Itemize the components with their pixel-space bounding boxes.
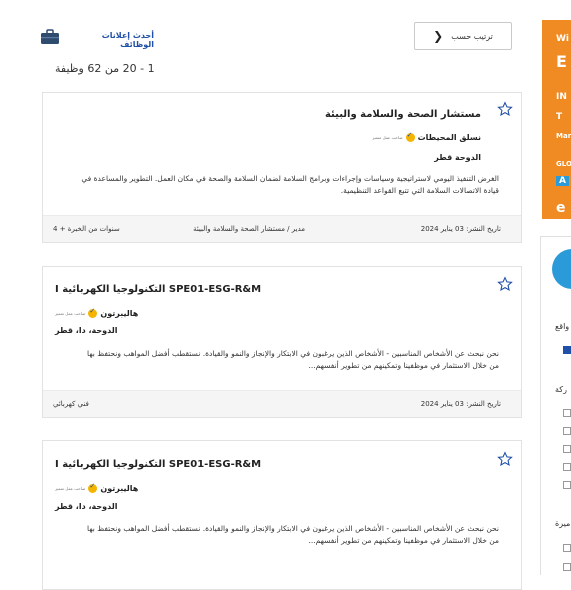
chevron-down-icon: ❯ xyxy=(433,29,444,43)
star-icon[interactable] xyxy=(497,101,513,117)
featured-employer-tag: صاحب عمل متميز xyxy=(372,135,403,140)
job-card[interactable]: I التكنولوجيا الكهربائية SPE01-ESG-R&M ه… xyxy=(42,440,522,590)
job-description-line: من خلال الاستثمار في موظفينا وتمكينهم من… xyxy=(308,536,499,545)
banner-text: Wi xyxy=(556,34,570,44)
featured-employer-tag: صاحب عمل متميز xyxy=(55,486,86,491)
filter-heading-company: ركة xyxy=(555,385,567,394)
posted-date: تاريخ النشر: 03 يناير 2024 xyxy=(420,400,501,408)
filter-heading-location: واقع xyxy=(555,322,570,331)
job-card[interactable]: مستشار الصحة والسلامة والبيئة نسلق المحي… xyxy=(42,92,522,243)
experience-years: سنوات من الخبرة + 4 xyxy=(53,225,120,233)
verified-badge-icon xyxy=(88,482,98,493)
job-description-line: من خلال الاستثمار في موظفينا وتمكينهم من… xyxy=(308,361,499,370)
job-description: نحن نبحث عن الأشخاص المناسبين - الأشخاص … xyxy=(59,523,499,547)
banner-text: GLO xyxy=(556,160,571,168)
job-description-line: نحن نبحث عن الأشخاص المناسبين - الأشخاص … xyxy=(87,349,499,358)
filter-checkbox[interactable] xyxy=(563,445,571,453)
star-icon[interactable] xyxy=(497,451,513,467)
filter-checkbox[interactable] xyxy=(563,563,571,571)
banner-button[interactable]: A xyxy=(556,176,569,186)
latest-jobs-link[interactable]: أحدث إعلانات الوظائف xyxy=(68,31,154,49)
briefcase-icon[interactable] xyxy=(40,29,60,45)
sort-dropdown[interactable]: ❯ ترتيب حسب xyxy=(414,22,512,50)
company-label: نسلق المحيطات xyxy=(417,133,481,142)
filter-heading-experience: ميرة xyxy=(555,519,571,528)
filter-checkbox[interactable] xyxy=(563,427,571,435)
featured-employer-tag: صاحب عمل متميز xyxy=(55,311,86,316)
job-role: مدير / مستشار الصحة والسلامة والبيئة xyxy=(193,225,305,233)
job-card[interactable]: I التكنولوجيا الكهربائية SPE01-ESG-R&M ه… xyxy=(42,266,522,418)
job-description: الغرض التنفيذ اليومي لاستراتيجية وسياسات… xyxy=(59,173,499,197)
filter-checkbox[interactable] xyxy=(563,463,571,471)
banner-text: T xyxy=(556,112,563,122)
job-title[interactable]: I التكنولوجيا الكهربائية SPE01-ESG-R&M xyxy=(55,459,261,470)
company-name[interactable]: هاليبرتون صاحب عمل متميز xyxy=(55,307,139,318)
posted-date: تاريخ النشر: 03 يناير 2024 xyxy=(420,225,501,233)
banner-text: E xyxy=(556,52,567,71)
filter-checkbox[interactable] xyxy=(563,481,571,489)
company-label: هاليبرتون xyxy=(100,484,139,493)
job-location: الدوحة قطر xyxy=(434,153,481,162)
job-location: الدوحة، دا، قطر xyxy=(55,326,118,335)
company-label: هاليبرتون xyxy=(100,309,139,318)
banner-logo: e xyxy=(556,200,566,216)
sort-label: ترتيب حسب xyxy=(451,31,493,41)
filter-checkbox[interactable] xyxy=(563,346,571,354)
job-description: نحن نبحث عن الأشخاص المناسبين - الأشخاص … xyxy=(59,348,499,372)
job-description-line: قيادة الاتصالات السلامة التي تتبع القواع… xyxy=(340,186,499,195)
company-name[interactable]: هاليبرتون صاحب عمل متميز xyxy=(55,482,139,493)
job-card-footer: تاريخ النشر: 03 يناير 2024 فني كهربائي xyxy=(43,390,521,417)
filter-checkbox[interactable] xyxy=(563,544,571,552)
job-title[interactable]: I التكنولوجيا الكهربائية SPE01-ESG-R&M xyxy=(55,284,261,295)
filter-checkbox[interactable] xyxy=(563,409,571,417)
job-role: فني كهربائي xyxy=(53,400,89,408)
job-title[interactable]: مستشار الصحة والسلامة والبيئة xyxy=(325,109,481,120)
banner-text: Mar xyxy=(556,132,571,140)
job-description-line: الغرض التنفيذ اليومي لاستراتيجية وسياسات… xyxy=(81,174,499,183)
star-icon[interactable] xyxy=(497,276,513,292)
job-card-footer: تاريخ النشر: 03 يناير 2024 مدير / مستشار… xyxy=(43,215,521,242)
verified-badge-icon xyxy=(405,131,415,142)
company-name[interactable]: نسلق المحيطات صاحب عمل متميز xyxy=(372,131,481,142)
verified-badge-icon xyxy=(88,307,98,318)
job-location: الدوحة، دا، قطر xyxy=(55,502,118,511)
results-count: 1 - 20 من 62 وظيفة xyxy=(55,62,155,75)
banner-text: IN xyxy=(556,92,567,102)
job-description-line: نحن نبحث عن الأشخاص المناسبين - الأشخاص … xyxy=(87,524,499,533)
ad-banner[interactable]: Wi E IN T Mar GLO A e xyxy=(542,20,571,219)
